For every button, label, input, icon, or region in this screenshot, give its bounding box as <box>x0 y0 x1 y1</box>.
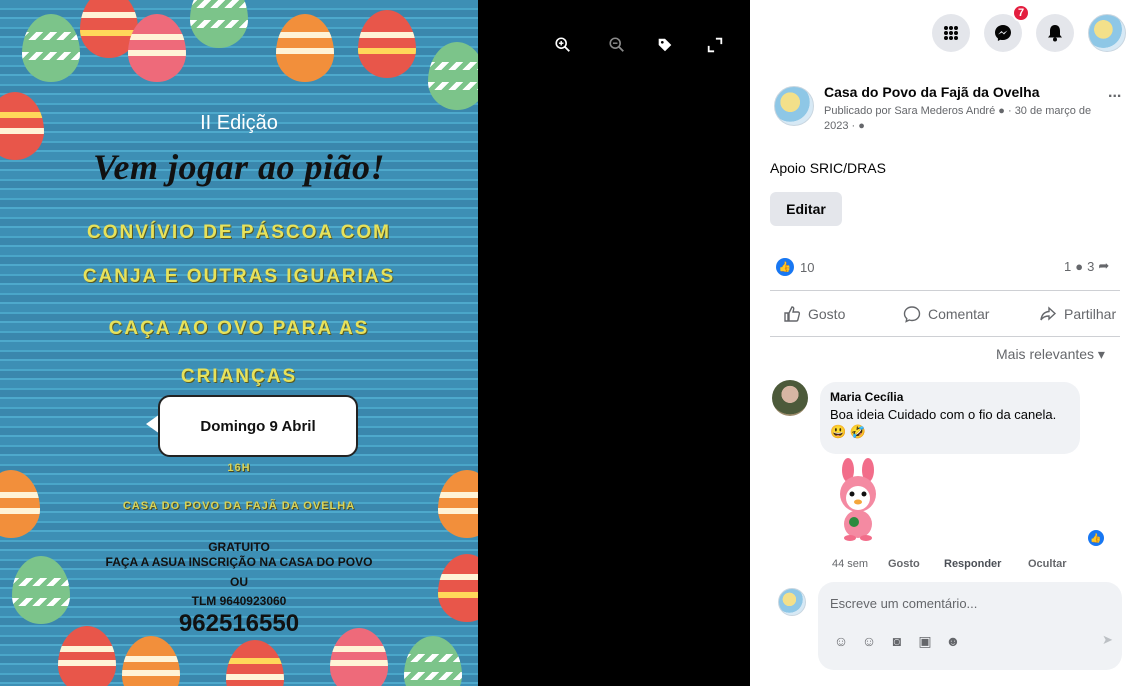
reaction-count[interactable]: 10 <box>800 260 814 275</box>
bunny-sticker <box>840 458 876 541</box>
comment-icon: ● <box>1075 258 1084 274</box>
zoom-in-icon[interactable] <box>552 34 574 56</box>
bell-icon <box>1048 25 1062 42</box>
camera-icon[interactable]: ◙ <box>888 632 906 650</box>
egg-decoration <box>276 14 334 82</box>
poster-headline: Vem jogar ao pião! <box>92 147 386 187</box>
comment-icon <box>903 306 921 323</box>
comment-button[interactable]: Comentar <box>902 300 989 328</box>
more-options-button[interactable]: ... <box>1108 84 1121 102</box>
comment-label: Comentar <box>928 306 990 322</box>
poster-tlm: TLM 9640923060 <box>191 594 287 608</box>
divider <box>770 290 1120 291</box>
poster-date-bubble: Domingo 9 Abril <box>158 395 358 457</box>
comment-hide-link[interactable]: Ocultar <box>1028 558 1067 570</box>
divider <box>770 336 1120 337</box>
share-count[interactable]: 3 <box>1087 259 1094 274</box>
post-meta: Publicado por Sara Mederos André ● · 30 … <box>824 105 1092 132</box>
share-icon: ➦ <box>1098 258 1110 273</box>
tag-icon[interactable] <box>654 34 676 56</box>
zoom-out-icon[interactable] <box>606 34 628 56</box>
comment-input[interactable]: Escreve um comentário... <box>830 596 977 611</box>
share-icon <box>1040 306 1057 321</box>
edit-button[interactable]: Editar <box>770 192 842 226</box>
comment-like-link[interactable]: Gosto <box>888 558 920 570</box>
comment-share-counts: 1 ● 3 ➦ <box>1064 258 1109 274</box>
egg-decoration <box>428 42 478 110</box>
poster-line: CAÇA AO OVO PARA AS <box>108 318 370 339</box>
egg-decoration <box>190 0 248 48</box>
like-button[interactable]: Gosto <box>782 300 845 328</box>
composer-avatar[interactable] <box>778 588 806 616</box>
egg-decoration <box>358 10 416 78</box>
poster-line: CANJA E OUTRAS IGUARIAS <box>82 266 396 287</box>
commenter-name[interactable]: Maria Cecília <box>830 390 903 404</box>
comment-sort-dropdown[interactable]: Mais relevantes ▾ <box>996 346 1105 363</box>
photo-viewer: II Edição Vem jogar ao pião! CONVÍVIO DE… <box>0 0 1130 686</box>
menu-grid-button[interactable] <box>932 14 970 52</box>
emoji-icon[interactable]: ☺ <box>860 632 878 650</box>
share-label: Partilhar <box>1064 306 1117 322</box>
comment-reply-link[interactable]: Responder <box>944 558 1001 570</box>
poster-venue: CASA DO POVO DA FAJÃ DA OVELHA <box>122 500 356 512</box>
egg-decoration <box>404 636 462 686</box>
post-caption: Apoio SRIC/DRAS <box>770 160 886 176</box>
avatar-sticker-icon[interactable]: ☺ <box>832 632 850 650</box>
poster-edition: II Edição <box>200 112 278 134</box>
thumbs-up-icon <box>784 306 801 322</box>
egg-decoration <box>226 640 284 686</box>
commenter-avatar[interactable] <box>772 380 808 416</box>
grid-icon <box>944 26 958 40</box>
poster-line: CRIANÇAS <box>180 366 298 387</box>
page-name-link[interactable]: Casa do Povo da Fajã da Ovelha <box>824 84 1040 100</box>
like-reaction-icon: 👍 <box>776 258 794 276</box>
fullscreen-icon[interactable] <box>704 34 726 56</box>
poster-or: OU <box>230 575 248 589</box>
gif-icon[interactable]: ▣ <box>916 632 934 650</box>
poster-line: CONVÍVIO DE PÁSCOA COM <box>86 222 392 243</box>
comment-like-icon: 👍 <box>1088 530 1104 546</box>
notifications-button[interactable] <box>1036 14 1074 52</box>
comment-time[interactable]: 44 sem <box>832 558 868 570</box>
egg-decoration <box>128 14 186 82</box>
sticker-icon[interactable]: ☻ <box>944 632 962 650</box>
comment-text: Boa ideia Cuidado com o fio da canela. 😃… <box>830 407 1057 439</box>
egg-decoration <box>22 14 80 82</box>
account-avatar[interactable] <box>1088 14 1126 52</box>
page-avatar[interactable] <box>774 86 814 126</box>
poster-free: GRATUITO <box>208 540 270 554</box>
like-label: Gosto <box>808 306 846 322</box>
poster-signup: FAÇA A ASUA INSCRIÇÃO NA CASA DO POVO <box>105 555 373 569</box>
poster-time: 16H <box>227 462 251 474</box>
egg-decoration <box>122 636 180 686</box>
messenger-badge: 7 <box>1012 4 1030 22</box>
send-icon[interactable]: ➤ <box>1102 632 1120 650</box>
viewer-background <box>478 0 750 686</box>
poster-phone: 962516550 <box>178 610 300 637</box>
poster-image: II Edição Vem jogar ao pião! CONVÍVIO DE… <box>0 0 478 686</box>
messenger-icon <box>995 25 1011 41</box>
comment-count[interactable]: 1 <box>1064 259 1071 274</box>
share-button[interactable]: Partilhar <box>1038 300 1116 328</box>
